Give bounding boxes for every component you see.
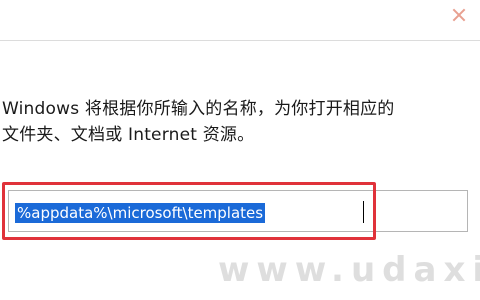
dialog-description: Windows 将根据你所输入的名称，为你打开相应的 文件夹、文档或 Inter… (2, 96, 478, 148)
description-line-2: 文件夹、文档或 Internet 资源。 (2, 125, 255, 145)
highlight-frame (2, 182, 376, 240)
description-line-1: Windows 将根据你所输入的名称，为你打开相应的 (2, 99, 395, 119)
close-button[interactable] (436, 0, 480, 32)
divider (0, 40, 480, 41)
watermark: www.udaxia.com (218, 250, 480, 290)
title-bar (0, 0, 480, 40)
close-icon (452, 8, 466, 22)
